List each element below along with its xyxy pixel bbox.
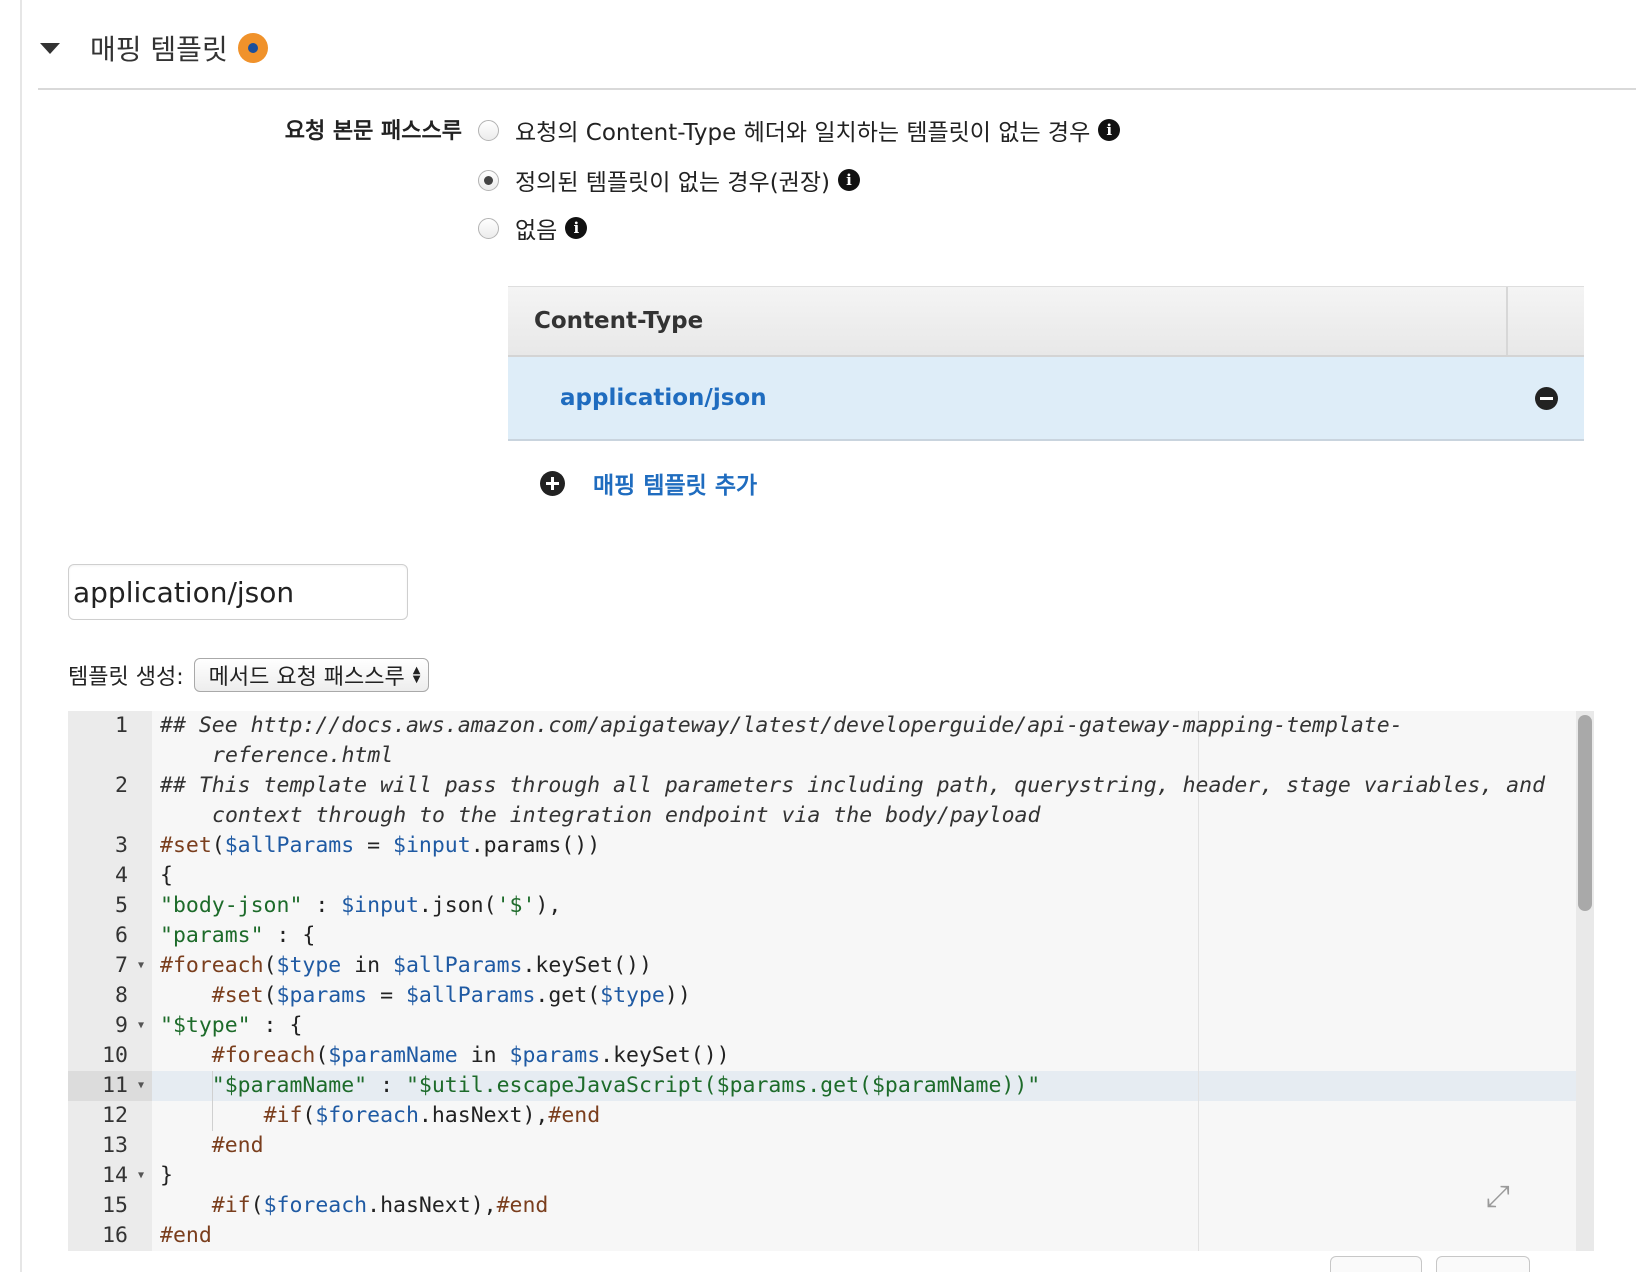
- line-number: 5: [115, 893, 128, 918]
- passthrough-option-never[interactable]: 없음 i: [478, 210, 588, 246]
- code-text[interactable]: #end: [152, 1221, 1576, 1251]
- passthrough-label: 요청 본문 패스스루: [284, 119, 462, 144]
- code-line[interactable]: 14 ▼}: [68, 1161, 1576, 1191]
- line-number: 4: [115, 863, 128, 888]
- section-divider: [38, 88, 1636, 90]
- select-arrows-icon: ▲ ▼: [412, 665, 421, 685]
- code-line[interactable]: 12 #if($foreach.hasNext),#end: [68, 1101, 1576, 1131]
- line-number: 9 ▼: [68, 1011, 152, 1041]
- fold-arrow-icon[interactable]: ▼: [138, 1011, 144, 1041]
- line-number: 6: [115, 923, 128, 948]
- content-type-link[interactable]: application/json: [560, 385, 767, 411]
- code-text[interactable]: #foreach($type in $allParams.keySet()): [152, 951, 1576, 981]
- line-number: 14 ▼: [68, 1161, 152, 1191]
- add-mapping-template[interactable]: 매핑 템플릿 추가: [540, 466, 757, 500]
- add-mapping-template-link[interactable]: 매핑 템플릿 추가: [593, 466, 757, 500]
- code-line[interactable]: 10 #foreach($paramName in $params.keySet…: [68, 1041, 1576, 1071]
- code-text[interactable]: #if($foreach.hasNext),#end: [152, 1191, 1576, 1221]
- code-text[interactable]: #set($allParams = $input.params()): [152, 831, 1576, 861]
- cancel-button[interactable]: [1330, 1256, 1422, 1272]
- code-line[interactable]: 15 #if($foreach.hasNext),#end: [68, 1191, 1576, 1221]
- section-header[interactable]: 매핑 템플릿: [36, 18, 268, 78]
- code-line[interactable]: 5 "body-json" : $input.json('$'),: [68, 891, 1576, 921]
- option-label: 요청의 Content-Type 헤더와 일치하는 템플릿이 없는 경우: [515, 120, 1091, 146]
- info-icon[interactable]: i: [1098, 119, 1121, 141]
- code-line[interactable]: 1 ## See http://docs.aws.amazon.com/apiga…: [68, 711, 1576, 771]
- code-text[interactable]: ## See http://docs.aws.amazon.com/apigat…: [152, 711, 1576, 771]
- code-line[interactable]: 16 #end: [68, 1221, 1576, 1251]
- info-icon[interactable]: i: [837, 169, 860, 191]
- section-title: 매핑 템플릿: [90, 33, 228, 66]
- status-dot-icon: [237, 33, 268, 63]
- content-type-table: Content-Type application/json: [508, 286, 1584, 441]
- fold-arrow-icon[interactable]: ▼: [138, 951, 144, 981]
- code-line[interactable]: 9 ▼ "$type" : {: [68, 1011, 1576, 1041]
- line-number: 7 ▼: [68, 951, 152, 981]
- code-line[interactable]: 11 ▼ "$paramName" : "$util.escapeJavaScri…: [68, 1071, 1576, 1101]
- content-type-table-header: Content-Type: [508, 286, 1584, 357]
- code-line[interactable]: 6 "params" : {: [68, 921, 1576, 951]
- code-text[interactable]: "$paramName" : "$util.escapeJavaScript($…: [152, 1071, 1576, 1101]
- code-text[interactable]: #foreach($paramName in $params.keySet()): [152, 1041, 1576, 1071]
- code-text[interactable]: #if($foreach.hasNext),#end: [152, 1101, 1576, 1131]
- line-number: 3: [115, 833, 128, 858]
- radio-when-no-match[interactable]: [478, 119, 499, 141]
- left-border: [20, 0, 22, 1272]
- fold-arrow-icon[interactable]: ▼: [138, 1071, 144, 1101]
- code-line[interactable]: 7 ▼ #foreach($type in $allParams.keySet()): [68, 951, 1576, 981]
- generate-template-selected: 메서드 요청 패스스루: [208, 665, 405, 690]
- code-text[interactable]: }: [152, 1161, 1576, 1191]
- content-type-row[interactable]: application/json: [508, 357, 1584, 441]
- line-number: 13: [102, 1133, 128, 1158]
- code-text[interactable]: #set($params = $allParams.get($type)): [152, 981, 1576, 1011]
- generate-template-row: 템플릿 생성: 메서드 요청 패스스루 ▲ ▼: [68, 658, 430, 692]
- code-lines[interactable]: 1 ## See http://docs.aws.amazon.com/apiga…: [68, 711, 1576, 1251]
- code-line[interactable]: 13 #end: [68, 1131, 1576, 1161]
- save-button[interactable]: [1436, 1256, 1530, 1272]
- code-line[interactable]: 4{: [68, 861, 1576, 891]
- code-text[interactable]: "params" : {: [152, 921, 1576, 951]
- code-line[interactable]: 8 #set($params = $allParams.get($type)): [68, 981, 1576, 1011]
- info-icon[interactable]: i: [565, 217, 588, 239]
- code-text[interactable]: "body-json" : $input.json('$'),: [152, 891, 1576, 921]
- code-text[interactable]: ## This template will pass through all p…: [152, 771, 1576, 831]
- passthrough-option-when-no-templates[interactable]: 정의된 템플릿이 없는 경우(권장) i: [478, 162, 860, 198]
- caret-down-icon[interactable]: [40, 42, 60, 54]
- code-text[interactable]: #end: [152, 1131, 1576, 1161]
- code-line[interactable]: 2 ## This template will pass through all …: [68, 771, 1576, 831]
- editor-scroll-thumb[interactable]: [1578, 715, 1592, 911]
- line-number: 15: [102, 1193, 128, 1218]
- passthrough-option-when-no-match[interactable]: 요청의 Content-Type 헤더와 일치하는 템플릿이 없는 경우 i: [478, 112, 1121, 148]
- editor-scrollbar[interactable]: [1576, 711, 1594, 1251]
- template-code-editor[interactable]: 1 ## See http://docs.aws.amazon.com/apiga…: [68, 711, 1594, 1251]
- line-number: 16: [102, 1223, 128, 1248]
- line-number: 12: [102, 1103, 128, 1128]
- line-number: 11 ▼: [68, 1071, 152, 1101]
- content-type-input[interactable]: [68, 564, 408, 620]
- generate-template-select[interactable]: 메서드 요청 패스스루 ▲ ▼: [193, 658, 430, 692]
- line-number: 10: [102, 1043, 128, 1068]
- generate-template-label: 템플릿 생성:: [68, 665, 184, 690]
- code-line[interactable]: 3 #set($allParams = $input.params()): [68, 831, 1576, 861]
- option-label: 없음: [515, 218, 558, 244]
- option-label: 정의된 템플릿이 없는 경우(권장): [515, 170, 830, 196]
- minus-circle-icon[interactable]: [1535, 386, 1558, 410]
- line-number: 8: [115, 983, 128, 1008]
- radio-never[interactable]: [478, 217, 499, 239]
- line-number: 1: [115, 713, 128, 738]
- line-number: 2: [115, 773, 128, 798]
- fold-arrow-icon[interactable]: ▼: [138, 1161, 144, 1191]
- expand-icon[interactable]: ⤢: [1480, 1179, 1516, 1215]
- content-type-column-header: Content-Type: [534, 308, 704, 334]
- code-text[interactable]: "$type" : {: [152, 1011, 1576, 1041]
- plus-circle-icon[interactable]: [540, 470, 565, 496]
- code-text[interactable]: {: [152, 861, 1576, 891]
- radio-when-no-templates[interactable]: [478, 169, 499, 191]
